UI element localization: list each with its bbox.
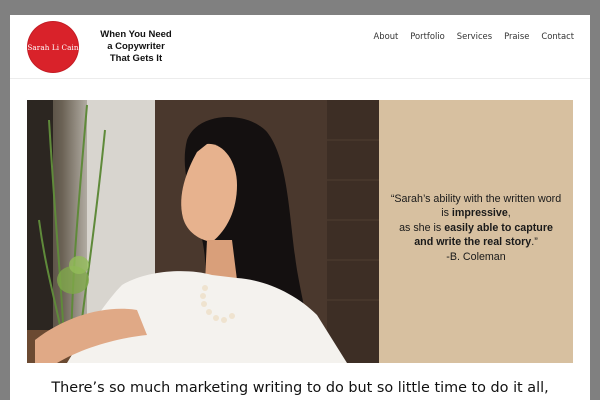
- intro-text: There’s so much marketing writing to do …: [51, 380, 549, 396]
- nav-about[interactable]: About: [374, 31, 399, 41]
- logo-text: Sarah Li Cain: [27, 42, 79, 52]
- hero-photo: [27, 100, 379, 363]
- nav-praise[interactable]: Praise: [504, 31, 529, 41]
- quote-author: -B. Coleman: [446, 250, 506, 263]
- testimonial-quote: “Sarah’s ability with the written word i…: [379, 192, 573, 264]
- woman-portrait-image: [27, 100, 379, 363]
- nav-contact[interactable]: Contact: [541, 31, 574, 41]
- quote-line-1: “Sarah’s ability with the written word: [390, 193, 562, 205]
- quote-line-4: and write the real story.”: [414, 236, 538, 249]
- quote-line-2: is impressive,: [441, 207, 511, 220]
- site-header: Sarah Li Cain When You Need a Copywriter…: [10, 15, 590, 79]
- nav-portfolio[interactable]: Portfolio: [410, 31, 444, 41]
- tagline-line-3: That Gets It: [109, 53, 163, 64]
- tagline-line-1: When You Need: [100, 29, 172, 40]
- hero-banner: “Sarah’s ability with the written word i…: [27, 100, 573, 363]
- page: Sarah Li Cain When You Need a Copywriter…: [10, 15, 590, 400]
- nav-services[interactable]: Services: [457, 31, 492, 41]
- main-nav: About Portfolio Services Praise Contact: [362, 31, 574, 41]
- quote-line-3: as she is easily able to capture: [399, 221, 553, 234]
- testimonial-panel: “Sarah’s ability with the written word i…: [379, 100, 573, 363]
- site-logo[interactable]: Sarah Li Cain: [27, 22, 79, 72]
- tagline-line-2: a Copywriter: [107, 41, 165, 52]
- site-tagline: When You Need a Copywriter That Gets It: [88, 29, 184, 65]
